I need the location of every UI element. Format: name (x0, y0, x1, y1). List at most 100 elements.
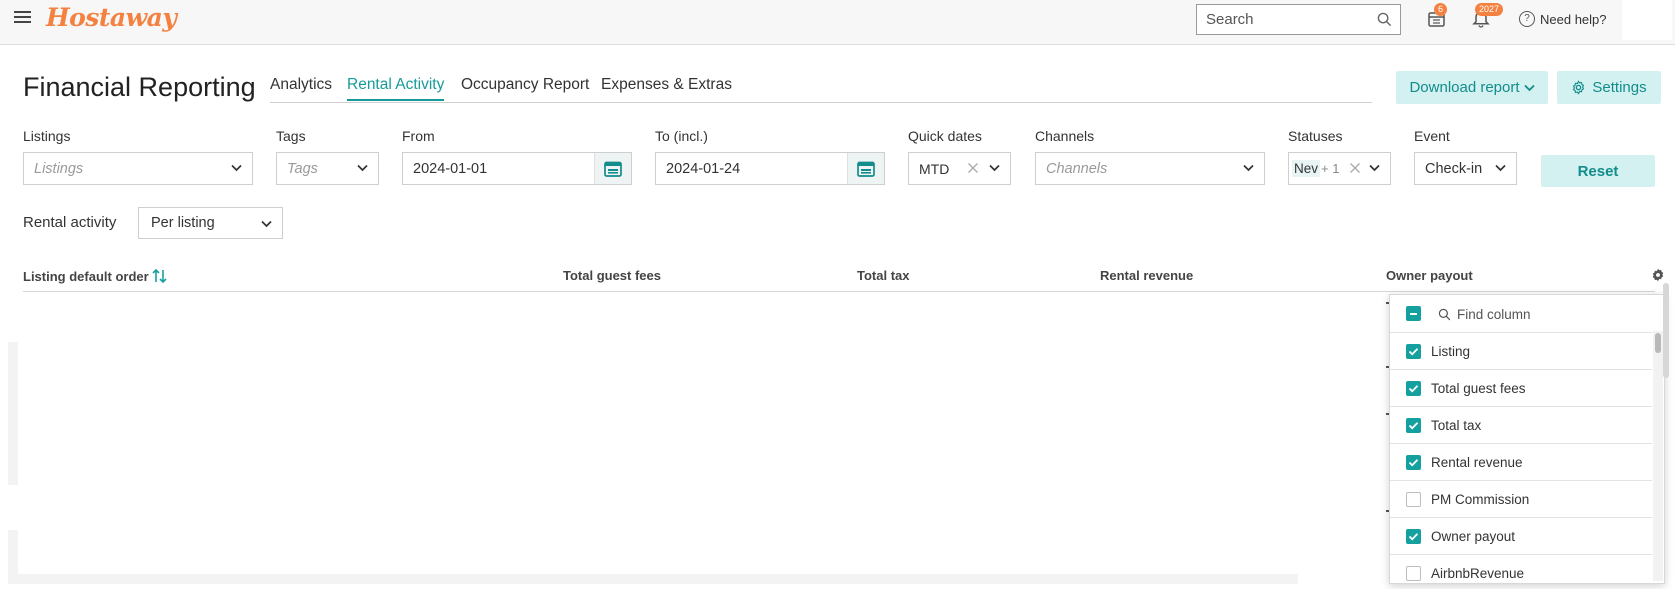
search-icon[interactable] (1377, 12, 1392, 27)
listings-select[interactable]: Listings (23, 152, 253, 185)
column-option-label: Total tax (1431, 418, 1482, 433)
column-header-listing[interactable]: Listing default order (23, 268, 167, 284)
status-chip: Nev (1292, 160, 1321, 177)
settings-button[interactable]: Settings (1557, 71, 1661, 104)
column-option-pm-commission[interactable]: PM Commission (1390, 481, 1652, 518)
from-date-input[interactable]: 2024-01-01 (402, 152, 632, 185)
check-icon (1408, 533, 1419, 541)
to-date-value: 2024-01-24 (666, 160, 741, 177)
tab-rental-activity[interactable]: Rental Activity (347, 76, 445, 101)
clear-icon[interactable] (967, 162, 979, 174)
reset-button[interactable]: Reset (1541, 155, 1655, 187)
column-picker-scrollbar[interactable] (1653, 331, 1663, 581)
column-header-total-tax[interactable]: Total tax (857, 268, 910, 283)
top-bar: Hostaway 6 2027 ? Need help? (0, 0, 1675, 45)
chevron-down-icon (1495, 164, 1506, 172)
checkbox-unchecked[interactable] (1406, 566, 1421, 581)
statuses-label: Statuses (1288, 128, 1343, 144)
column-option-label: Listing (1431, 344, 1471, 359)
checkbox-checked[interactable] (1406, 418, 1421, 433)
to-date-input[interactable]: 2024-01-24 (655, 152, 885, 185)
calendar-picker-button[interactable] (594, 153, 631, 184)
chevron-down-icon (231, 164, 242, 172)
column-option-label: PM Commission (1431, 492, 1530, 507)
find-column-input[interactable] (1457, 306, 1627, 322)
gear-icon (1573, 80, 1585, 95)
calendar-icon (604, 161, 622, 177)
column-option-total-guest-fees[interactable]: Total guest fees (1390, 370, 1652, 407)
rental-activity-value: Per listing (151, 215, 215, 231)
column-option-total-tax[interactable]: Total tax (1390, 407, 1652, 444)
quick-dates-label: Quick dates (908, 128, 982, 144)
rental-activity-select[interactable]: Per listing (138, 207, 283, 239)
help-icon: ? (1519, 11, 1535, 27)
from-date-value: 2024-01-01 (413, 160, 488, 177)
download-report-button[interactable]: Download report (1396, 71, 1548, 104)
channels-select[interactable]: Channels (1035, 152, 1265, 185)
select-all-checkbox[interactable] (1406, 306, 1421, 321)
checkbox-checked[interactable] (1406, 455, 1421, 470)
column-header-rental-revenue[interactable]: Rental revenue (1100, 268, 1193, 283)
column-header-label: Listing default order (23, 268, 149, 284)
column-option-rental-revenue[interactable]: Rental revenue (1390, 444, 1652, 481)
rental-activity-label: Rental activity (23, 214, 117, 231)
column-option-label: Rental revenue (1431, 455, 1523, 470)
chevron-down-icon (1523, 84, 1535, 91)
tags-label: Tags (276, 128, 306, 144)
column-picker-header (1390, 295, 1652, 333)
checkbox-unchecked[interactable] (1406, 492, 1421, 507)
quick-dates-value: MTD (919, 160, 950, 177)
column-settings-gear-icon[interactable] (1651, 268, 1665, 282)
tags-placeholder: Tags (287, 160, 318, 177)
checkbox-checked[interactable] (1406, 381, 1421, 396)
tab-expenses-extras[interactable]: Expenses & Extras (601, 76, 732, 99)
event-select[interactable]: Check-in (1414, 152, 1517, 185)
chevron-down-icon (1243, 164, 1254, 172)
search-input[interactable] (1197, 5, 1367, 34)
sort-icon[interactable] (152, 268, 167, 284)
clear-icon[interactable] (1349, 162, 1361, 174)
calendar-badge: 6 (1434, 3, 1448, 16)
global-search[interactable] (1196, 4, 1401, 35)
column-picker-dropdown: Listing Total guest fees Total tax Renta… (1389, 294, 1665, 584)
checkbox-checked[interactable] (1406, 344, 1421, 359)
find-column-field[interactable] (1438, 303, 1638, 325)
table-scrollbar[interactable] (1663, 283, 1669, 378)
column-header-owner-payout[interactable]: Owner payout (1386, 268, 1473, 283)
listings-placeholder: Listings (34, 160, 84, 177)
report-tabs: Analytics Rental Activity Occupancy Repo… (270, 76, 1372, 103)
help-link[interactable]: ? Need help? (1519, 11, 1607, 27)
help-label: Need help? (1540, 11, 1607, 27)
tab-occupancy-report[interactable]: Occupancy Report (461, 76, 589, 99)
chevron-down-icon (1369, 164, 1380, 172)
download-report-label: Download report (1409, 79, 1520, 96)
column-option-owner-payout[interactable]: Owner payout (1390, 518, 1652, 555)
chevron-down-icon (989, 164, 1000, 172)
column-header-total-guest-fees[interactable]: Total guest fees (563, 268, 661, 283)
to-label: To (incl.) (655, 128, 708, 144)
avatar[interactable] (1622, 0, 1672, 40)
quick-dates-select[interactable]: MTD (908, 152, 1011, 185)
table-body (8, 293, 1298, 575)
page-title: Financial Reporting (23, 72, 256, 102)
column-option-airbnb-revenue[interactable]: AirbnbRevenue (1390, 555, 1652, 583)
logo[interactable]: Hostaway (46, 3, 177, 32)
check-icon (1408, 459, 1419, 467)
calendar-picker-button[interactable] (847, 153, 884, 184)
column-option-label: Owner payout (1431, 529, 1516, 544)
menu-icon[interactable] (14, 9, 31, 25)
table-row-placeholder (8, 342, 18, 485)
channels-label: Channels (1035, 128, 1095, 144)
search-icon (1438, 308, 1451, 320)
tab-analytics[interactable]: Analytics (270, 76, 332, 99)
check-icon (1408, 348, 1419, 356)
channels-placeholder: Channels (1046, 160, 1108, 177)
checkbox-checked[interactable] (1406, 529, 1421, 544)
column-option-listing[interactable]: Listing (1390, 333, 1652, 370)
statuses-more-count: + 1 (1321, 161, 1340, 176)
table-row-placeholder (8, 530, 18, 576)
tags-select[interactable]: Tags (276, 152, 379, 185)
notifications-badge: 2027 (1475, 3, 1504, 16)
statuses-select[interactable]: Nev + 1 (1288, 152, 1391, 185)
column-option-label: AirbnbRevenue (1431, 566, 1525, 581)
